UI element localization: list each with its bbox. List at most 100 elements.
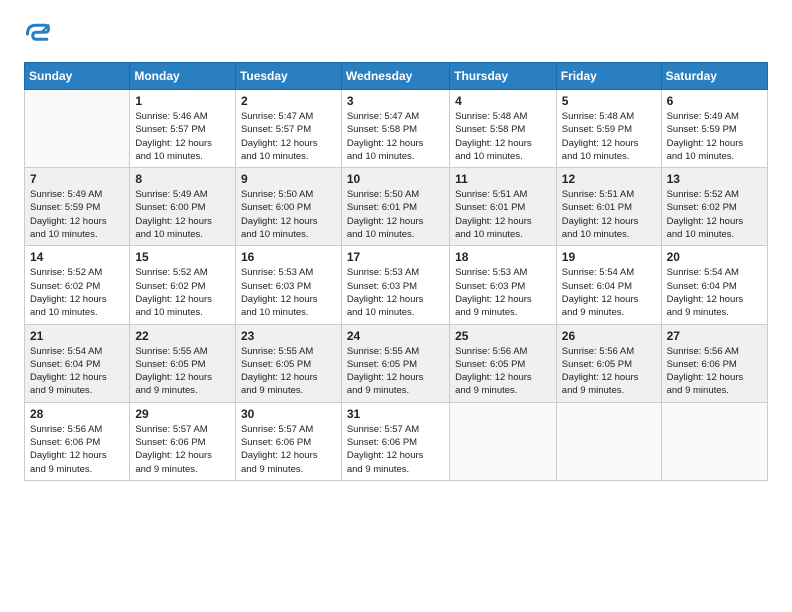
calendar-cell: 25Sunrise: 5:56 AM Sunset: 6:05 PM Dayli… bbox=[450, 324, 557, 402]
day-number: 30 bbox=[241, 407, 336, 421]
calendar-cell: 29 Sunrise: 5:57 AM Sunset: 6:06 PM Dayli… bbox=[130, 402, 236, 480]
day-info: Sunrise: 5:47 AM Sunset: 5:57 PM Dayligh… bbox=[241, 110, 336, 163]
calendar-cell: 7 Sunrise: 5:49 AM Sunset: 5:59 PM Daylig… bbox=[25, 168, 130, 246]
weekday-header-wednesday: Wednesday bbox=[341, 63, 449, 90]
calendar-cell: 15 Sunrise: 5:52 AM Sunset: 6:02 PM Dayli… bbox=[130, 246, 236, 324]
day-number: 12 bbox=[562, 172, 656, 186]
weekday-header-friday: Friday bbox=[556, 63, 661, 90]
calendar-cell: 13 Sunrise: 5:52 AM Sunset: 6:02 PM Dayli… bbox=[661, 168, 767, 246]
calendar-cell: 18 Sunrise: 5:53 AM Sunset: 6:03 PM Dayli… bbox=[450, 246, 557, 324]
calendar-week-row: 21 Sunrise: 5:54 AM Sunset: 6:04 PM Dayli… bbox=[25, 324, 768, 402]
day-info: Sunrise: 5:53 AM Sunset: 6:03 PM Dayligh… bbox=[241, 266, 336, 319]
calendar-cell: 30 Sunrise: 5:57 AM Sunset: 6:06 PM Dayli… bbox=[235, 402, 341, 480]
day-number: 7 bbox=[30, 172, 124, 186]
day-info: Sunrise: 5:54 AM Sunset: 6:04 PM Dayligh… bbox=[562, 266, 656, 319]
day-info: Sunrise: 5:54 AM Sunset: 6:04 PM Dayligh… bbox=[30, 345, 124, 398]
day-info: Sunrise: 5:52 AM Sunset: 6:02 PM Dayligh… bbox=[30, 266, 124, 319]
calendar-cell bbox=[661, 402, 767, 480]
calendar-cell: 4 Sunrise: 5:48 AM Sunset: 5:58 PM Daylig… bbox=[450, 90, 557, 168]
day-info: Sunrise: 5:49 AM Sunset: 5:59 PM Dayligh… bbox=[30, 188, 124, 241]
calendar-cell: 28 Sunrise: 5:56 AM Sunset: 6:06 PM Dayli… bbox=[25, 402, 130, 480]
day-info: Sunrise: 5:55 AM Sunset: 6:05 PM Dayligh… bbox=[347, 345, 444, 398]
day-number: 8 bbox=[135, 172, 230, 186]
day-info: Sunrise: 5:56 AM Sunset: 6:06 PM Dayligh… bbox=[30, 423, 124, 476]
day-info: Sunrise: 5:56 AM Sunset: 6:05 PM Dayligh… bbox=[562, 345, 656, 398]
day-info: Sunrise: 5:46 AM Sunset: 5:57 PM Dayligh… bbox=[135, 110, 230, 163]
day-info: Sunrise: 5:52 AM Sunset: 6:02 PM Dayligh… bbox=[135, 266, 230, 319]
day-number: 3 bbox=[347, 94, 444, 108]
calendar-cell bbox=[556, 402, 661, 480]
calendar-cell: 3Sunrise: 5:47 AM Sunset: 5:58 PM Daylig… bbox=[341, 90, 449, 168]
calendar-cell: 2 Sunrise: 5:47 AM Sunset: 5:57 PM Daylig… bbox=[235, 90, 341, 168]
weekday-header-monday: Monday bbox=[130, 63, 236, 90]
day-number: 2 bbox=[241, 94, 336, 108]
day-number: 21 bbox=[30, 329, 124, 343]
day-info: Sunrise: 5:57 AM Sunset: 6:06 PM Dayligh… bbox=[347, 423, 444, 476]
day-info: Sunrise: 5:55 AM Sunset: 6:05 PM Dayligh… bbox=[135, 345, 230, 398]
day-number: 18 bbox=[455, 250, 551, 264]
calendar-week-row: 14Sunrise: 5:52 AM Sunset: 6:02 PM Dayli… bbox=[25, 246, 768, 324]
calendar: SundayMondayTuesdayWednesdayThursdayFrid… bbox=[24, 62, 768, 481]
day-number: 13 bbox=[667, 172, 762, 186]
day-number: 31 bbox=[347, 407, 444, 421]
day-number: 26 bbox=[562, 329, 656, 343]
day-info: Sunrise: 5:48 AM Sunset: 5:59 PM Dayligh… bbox=[562, 110, 656, 163]
weekday-header-sunday: Sunday bbox=[25, 63, 130, 90]
day-info: Sunrise: 5:50 AM Sunset: 6:01 PM Dayligh… bbox=[347, 188, 444, 241]
day-number: 1 bbox=[135, 94, 230, 108]
day-number: 17 bbox=[347, 250, 444, 264]
day-number: 6 bbox=[667, 94, 762, 108]
calendar-cell: 6Sunrise: 5:49 AM Sunset: 5:59 PM Daylig… bbox=[661, 90, 767, 168]
day-number: 27 bbox=[667, 329, 762, 343]
day-number: 23 bbox=[241, 329, 336, 343]
day-number: 20 bbox=[667, 250, 762, 264]
calendar-week-row: 7 Sunrise: 5:49 AM Sunset: 5:59 PM Daylig… bbox=[25, 168, 768, 246]
logo-icon bbox=[24, 20, 52, 48]
calendar-cell: 17 Sunrise: 5:53 AM Sunset: 6:03 PM Dayli… bbox=[341, 246, 449, 324]
day-number: 15 bbox=[135, 250, 230, 264]
calendar-cell: 23 Sunrise: 5:55 AM Sunset: 6:05 PM Dayli… bbox=[235, 324, 341, 402]
day-info: Sunrise: 5:51 AM Sunset: 6:01 PM Dayligh… bbox=[455, 188, 551, 241]
day-number: 29 bbox=[135, 407, 230, 421]
weekday-header-tuesday: Tuesday bbox=[235, 63, 341, 90]
day-number: 24 bbox=[347, 329, 444, 343]
day-info: Sunrise: 5:49 AM Sunset: 6:00 PM Dayligh… bbox=[135, 188, 230, 241]
header bbox=[24, 20, 768, 48]
day-info: Sunrise: 5:53 AM Sunset: 6:03 PM Dayligh… bbox=[455, 266, 551, 319]
calendar-cell: 24 Sunrise: 5:55 AM Sunset: 6:05 PM Dayli… bbox=[341, 324, 449, 402]
calendar-cell: 20Sunrise: 5:54 AM Sunset: 6:04 PM Dayli… bbox=[661, 246, 767, 324]
day-number: 9 bbox=[241, 172, 336, 186]
calendar-cell: 14Sunrise: 5:52 AM Sunset: 6:02 PM Dayli… bbox=[25, 246, 130, 324]
day-number: 16 bbox=[241, 250, 336, 264]
day-info: Sunrise: 5:56 AM Sunset: 6:06 PM Dayligh… bbox=[667, 345, 762, 398]
calendar-cell: 26 Sunrise: 5:56 AM Sunset: 6:05 PM Dayli… bbox=[556, 324, 661, 402]
calendar-cell: 12 Sunrise: 5:51 AM Sunset: 6:01 PM Dayli… bbox=[556, 168, 661, 246]
day-info: Sunrise: 5:51 AM Sunset: 6:01 PM Dayligh… bbox=[562, 188, 656, 241]
day-number: 19 bbox=[562, 250, 656, 264]
day-info: Sunrise: 5:48 AM Sunset: 5:58 PM Dayligh… bbox=[455, 110, 551, 163]
day-info: Sunrise: 5:50 AM Sunset: 6:00 PM Dayligh… bbox=[241, 188, 336, 241]
calendar-week-row: 1 Sunrise: 5:46 AM Sunset: 5:57 PM Daylig… bbox=[25, 90, 768, 168]
calendar-cell: 22Sunrise: 5:55 AM Sunset: 6:05 PM Dayli… bbox=[130, 324, 236, 402]
day-info: Sunrise: 5:53 AM Sunset: 6:03 PM Dayligh… bbox=[347, 266, 444, 319]
day-number: 5 bbox=[562, 94, 656, 108]
calendar-cell bbox=[25, 90, 130, 168]
day-info: Sunrise: 5:52 AM Sunset: 6:02 PM Dayligh… bbox=[667, 188, 762, 241]
calendar-cell: 5 Sunrise: 5:48 AM Sunset: 5:59 PM Daylig… bbox=[556, 90, 661, 168]
day-number: 10 bbox=[347, 172, 444, 186]
logo bbox=[24, 20, 56, 48]
day-info: Sunrise: 5:57 AM Sunset: 6:06 PM Dayligh… bbox=[135, 423, 230, 476]
day-number: 11 bbox=[455, 172, 551, 186]
calendar-cell: 19 Sunrise: 5:54 AM Sunset: 6:04 PM Dayli… bbox=[556, 246, 661, 324]
calendar-cell bbox=[450, 402, 557, 480]
day-number: 4 bbox=[455, 94, 551, 108]
calendar-cell: 1 Sunrise: 5:46 AM Sunset: 5:57 PM Daylig… bbox=[130, 90, 236, 168]
day-info: Sunrise: 5:57 AM Sunset: 6:06 PM Dayligh… bbox=[241, 423, 336, 476]
day-number: 28 bbox=[30, 407, 124, 421]
calendar-cell: 10 Sunrise: 5:50 AM Sunset: 6:01 PM Dayli… bbox=[341, 168, 449, 246]
day-info: Sunrise: 5:55 AM Sunset: 6:05 PM Dayligh… bbox=[241, 345, 336, 398]
weekday-header-row: SundayMondayTuesdayWednesdayThursdayFrid… bbox=[25, 63, 768, 90]
calendar-cell: 21 Sunrise: 5:54 AM Sunset: 6:04 PM Dayli… bbox=[25, 324, 130, 402]
day-info: Sunrise: 5:56 AM Sunset: 6:05 PM Dayligh… bbox=[455, 345, 551, 398]
calendar-week-row: 28 Sunrise: 5:56 AM Sunset: 6:06 PM Dayli… bbox=[25, 402, 768, 480]
